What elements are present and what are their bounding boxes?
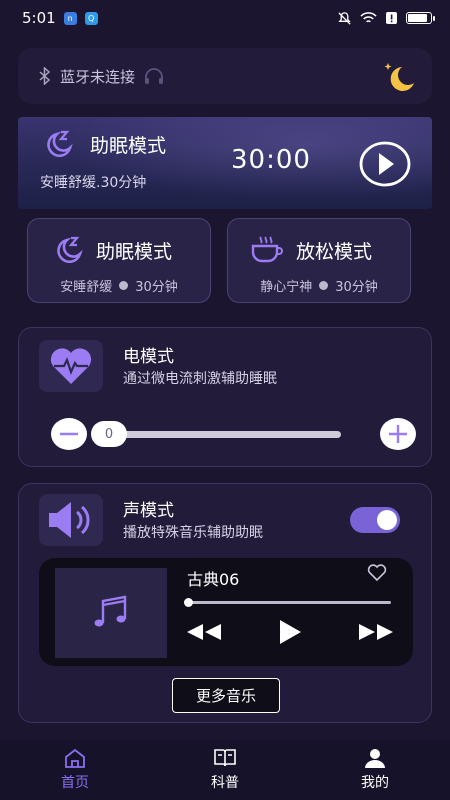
status-time: 5:01 — [22, 9, 56, 27]
album-cover — [55, 568, 167, 658]
sound-mode-title: 声模式 — [123, 501, 174, 521]
relax-mode-desc: 静心宁神 — [260, 280, 313, 295]
banner-subtitle: 安睡舒缓.30分钟 — [40, 175, 147, 191]
sleep-mode-desc: 安睡舒缓 — [60, 280, 113, 295]
home-icon — [65, 748, 85, 768]
sleep-mode-icon — [57, 236, 83, 263]
battery-icon — [406, 12, 435, 24]
intensity-slider-row: 0 — [51, 418, 416, 450]
tea-cup-icon — [251, 236, 283, 263]
intensity-track[interactable] — [119, 431, 341, 438]
favorite-heart-icon[interactable] — [367, 564, 387, 582]
app-notification-icon: n — [63, 11, 77, 25]
electric-mode-icon-box — [39, 340, 103, 392]
fast-forward-button[interactable] — [357, 622, 395, 642]
bluetooth-status-card[interactable]: 蓝牙未连接 — [18, 48, 432, 104]
electric-mode-desc: 通过微电流刺激辅助睡眠 — [123, 371, 277, 387]
speaker-icon — [49, 502, 90, 538]
intensity-knob[interactable]: 0 — [91, 421, 127, 447]
sleep-mode-icon — [47, 130, 73, 157]
music-note-icon — [94, 595, 127, 627]
timer-display: 30:00 — [231, 145, 311, 175]
sound-mode-toggle[interactable] — [350, 507, 400, 533]
play-pause-button[interactable] — [277, 618, 303, 646]
increase-button[interactable] — [380, 418, 416, 450]
bluetooth-icon — [39, 67, 51, 85]
book-icon — [214, 749, 236, 767]
tab-science-label: 科普 — [211, 775, 239, 791]
rewind-button[interactable] — [185, 622, 223, 642]
relax-mode-name: 放松模式 — [296, 240, 373, 263]
banner-title: 助眠模式 — [90, 134, 167, 157]
relax-mode-duration: 30分钟 — [335, 280, 378, 295]
sleep-mode-duration: 30分钟 — [135, 280, 178, 295]
tab-profile-label: 我的 — [361, 775, 389, 791]
minus-icon — [60, 432, 78, 436]
tab-science[interactable]: 科普 — [150, 740, 300, 800]
sound-mode-icon-box — [39, 494, 103, 546]
electric-mode-title: 电模式 — [123, 347, 174, 367]
bottom-tab-bar: 首页 科普 我的 — [0, 740, 450, 800]
relax-mode-card[interactable]: 放松模式 静心宁神 30分钟 — [227, 218, 411, 303]
more-music-button[interactable]: 更多音乐 — [172, 678, 280, 713]
moon-stars-icon[interactable] — [380, 59, 416, 93]
music-player: 古典06 — [39, 558, 413, 666]
wifi-icon — [360, 12, 377, 23]
headset-icon — [145, 68, 164, 84]
status-bar: 5:01 n Q — [0, 0, 450, 36]
play-button[interactable] — [358, 141, 412, 187]
playback-progress[interactable] — [184, 598, 391, 607]
progress-handle[interactable] — [184, 598, 193, 607]
bluetooth-status-label: 蓝牙未连接 — [60, 67, 136, 86]
search-app-icon: Q — [84, 11, 98, 25]
alert-icon — [386, 12, 397, 24]
tab-home-label: 首页 — [61, 775, 89, 791]
sleep-mode-name: 助眠模式 — [96, 240, 173, 263]
active-mode-banner: 助眠模式 安睡舒缓.30分钟 30:00 — [18, 117, 432, 209]
separator-dot — [119, 281, 129, 290]
heartbeat-icon — [50, 348, 92, 384]
tab-home[interactable]: 首页 — [0, 740, 150, 800]
sleep-mode-card[interactable]: 助眠模式 安睡舒缓 30分钟 — [27, 218, 211, 303]
sound-mode-panel: 声模式 播放特殊音乐辅助助眠 古典06 更多音乐 — [18, 483, 432, 723]
user-icon — [365, 749, 385, 768]
song-title: 古典06 — [187, 570, 240, 589]
decrease-button[interactable] — [51, 418, 87, 450]
mute-icon — [338, 11, 351, 25]
plus-icon — [389, 425, 407, 443]
sound-mode-desc: 播放特殊音乐辅助助眠 — [123, 525, 263, 541]
tab-profile[interactable]: 我的 — [300, 740, 450, 800]
electric-mode-panel: 电模式 通过微电流刺激辅助睡眠 0 — [18, 327, 432, 467]
separator-dot — [319, 281, 329, 290]
